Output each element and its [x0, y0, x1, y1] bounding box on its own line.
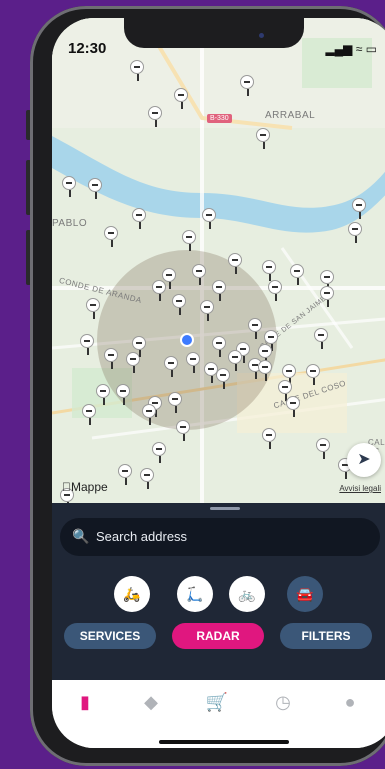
vehicle-pin[interactable] — [262, 260, 276, 281]
vehicle-pin[interactable] — [96, 384, 110, 405]
tab-bar: ▮ ◆ 🛒 ◷ ● — [52, 680, 385, 748]
vehicle-pin[interactable] — [202, 208, 216, 229]
cart-icon: 🛒 — [205, 692, 229, 712]
home-indicator — [159, 740, 289, 744]
vehicle-pin[interactable] — [262, 428, 276, 449]
vehicle-pin[interactable] — [104, 348, 118, 369]
tag-icon: ◆ — [144, 692, 158, 712]
vehicle-pin[interactable] — [212, 280, 226, 301]
vehicle-pin[interactable] — [248, 318, 262, 339]
vehicle-pin[interactable] — [62, 176, 76, 197]
vehicle-pin[interactable] — [348, 222, 362, 243]
camera — [259, 33, 264, 38]
filters-button[interactable]: FILTERS — [280, 623, 372, 649]
vehicle-pin[interactable] — [126, 352, 140, 373]
vehicle-pin[interactable] — [116, 384, 130, 405]
current-location-dot — [180, 333, 194, 347]
drag-handle[interactable] — [210, 507, 240, 510]
vehicle-pin[interactable] — [172, 294, 186, 315]
vehicle-pin[interactable] — [200, 300, 214, 321]
car-icon: 🚘 — [296, 586, 314, 602]
vehicle-pin[interactable] — [140, 468, 154, 489]
vehicle-pin[interactable] — [258, 344, 272, 365]
bottom-panel: 🔍 Search address 🛵 🛴 🚲 🚘 SERVICES RADAR … — [52, 503, 385, 681]
search-icon: 🔍 — [72, 528, 90, 544]
tab-map[interactable]: ▮ — [70, 692, 100, 714]
search-bar[interactable]: 🔍 Search address — [60, 518, 380, 556]
vehicle-pin[interactable] — [82, 404, 96, 425]
vehicle-pin[interactable] — [316, 438, 330, 459]
vehicle-pin[interactable] — [352, 198, 366, 219]
vehicle-pin[interactable] — [320, 270, 334, 291]
locate-me-button[interactable]: ➤ — [347, 443, 381, 477]
vehicle-pin[interactable] — [282, 364, 296, 385]
vehicle-pin[interactable] — [132, 208, 146, 229]
map[interactable]: ARRABAL PABLO CONDE DE ARANDA CALLE DEL … — [52, 18, 385, 518]
map-icon: ▮ — [80, 692, 90, 712]
notch — [124, 18, 304, 48]
services-button[interactable]: SERVICES — [64, 623, 156, 649]
search-input[interactable]: Search address — [96, 529, 187, 544]
history-icon: ◷ — [275, 692, 291, 712]
tab-profile[interactable]: ● — [335, 692, 365, 714]
vehicle-pin[interactable] — [212, 336, 226, 357]
tab-history[interactable]: ◷ — [268, 692, 298, 714]
vehicle-pin[interactable] — [306, 364, 320, 385]
tab-promotions[interactable]: ◆ — [136, 692, 166, 714]
road-badge: B-330 — [207, 114, 232, 123]
maps-attribution[interactable]: Mappe — [62, 480, 108, 494]
screen: 12:30 ▂▄▆ ≈ ▭ ARRABAL PABLO CONDE DE ARA… — [52, 18, 385, 748]
vehicle-pin[interactable] — [174, 88, 188, 109]
vehicle-pin[interactable] — [256, 128, 270, 149]
vehicle-type-filters: 🛵 🛴 🚲 🚘 — [107, 576, 357, 612]
vehicle-pin[interactable] — [80, 334, 94, 355]
navigation-arrow-icon: ➤ — [357, 451, 371, 468]
vehicle-pin[interactable] — [152, 442, 166, 463]
tab-shop[interactable]: 🛒 — [202, 692, 232, 714]
moped-icon: 🛵 — [123, 586, 141, 602]
vehicle-pin[interactable] — [264, 330, 278, 351]
vehicle-pin[interactable] — [132, 336, 146, 357]
vehicle-pin[interactable] — [148, 106, 162, 127]
kick-scooter-icon: 🛴 — [186, 586, 204, 602]
vehicle-pin[interactable] — [130, 60, 144, 81]
vehicle-pin[interactable] — [286, 396, 300, 417]
legal-link[interactable]: Avvisi legali — [339, 484, 381, 493]
vehicle-pin[interactable] — [320, 286, 334, 307]
radar-button[interactable]: RADAR — [172, 623, 264, 649]
vehicle-pin[interactable] — [142, 404, 156, 425]
vehicle-pin[interactable] — [88, 178, 102, 199]
car-filter-button[interactable]: 🚘 — [287, 576, 323, 612]
vehicle-pin[interactable] — [176, 420, 190, 441]
vehicle-pin[interactable] — [290, 264, 304, 285]
vehicle-pin[interactable] — [152, 280, 166, 301]
bike-icon: 🚲 — [238, 586, 256, 602]
status-time: 12:30 — [68, 40, 107, 57]
vehicle-pin[interactable] — [168, 392, 182, 413]
vehicle-pin[interactable] — [240, 75, 254, 96]
vehicle-pin[interactable] — [118, 464, 132, 485]
profile-icon: ● — [344, 692, 356, 712]
vehicle-pin[interactable] — [258, 360, 272, 381]
vehicle-pin[interactable] — [104, 226, 118, 247]
vehicle-pin[interactable] — [268, 280, 282, 301]
vehicle-pin[interactable] — [162, 268, 176, 289]
map-label: PABLO — [52, 218, 88, 229]
vehicle-pin[interactable] — [186, 352, 200, 373]
vehicle-pin[interactable] — [182, 230, 196, 251]
vehicle-pin[interactable] — [314, 328, 328, 349]
vehicle-pin[interactable] — [164, 356, 178, 377]
vehicle-pin[interactable] — [278, 380, 292, 401]
kick-scooter-filter-button[interactable]: 🛴 — [177, 576, 213, 612]
vehicle-pin[interactable] — [192, 264, 206, 285]
vehicle-pin[interactable] — [228, 350, 242, 371]
map-label: ARRABAL — [265, 110, 316, 121]
status-indicators: ▂▄▆ ≈ ▭ — [325, 42, 377, 56]
vehicle-pin[interactable] — [86, 298, 100, 319]
bike-filter-button[interactable]: 🚲 — [229, 576, 265, 612]
vehicle-pin[interactable] — [216, 368, 230, 389]
moped-filter-button[interactable]: 🛵 — [114, 576, 150, 612]
vehicle-pin[interactable] — [228, 253, 242, 274]
